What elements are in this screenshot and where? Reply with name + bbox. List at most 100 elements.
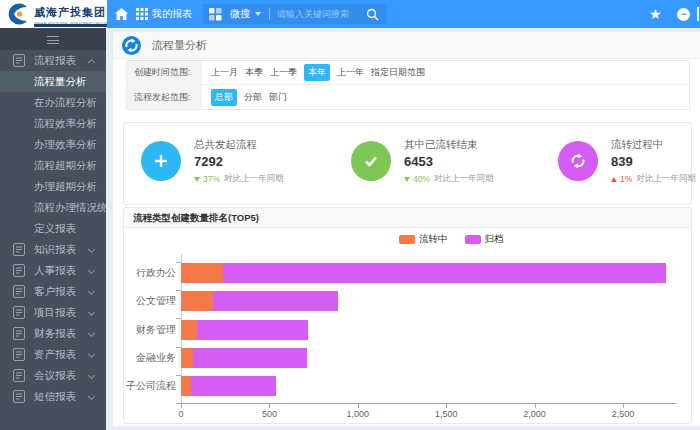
x-tick-label: 2,500	[612, 409, 635, 419]
filter-option-总部[interactable]: 总部	[211, 89, 237, 106]
search-icon[interactable]	[366, 8, 379, 21]
stat-value: 6453	[404, 154, 494, 169]
stat-label: 流转过程中	[611, 138, 696, 152]
filter-option-分部[interactable]: 分部	[244, 91, 262, 104]
report-icon	[13, 327, 25, 340]
category-label: 公文管理	[124, 291, 176, 311]
x-tick-label: 1,000	[347, 409, 370, 419]
filter-row: 创建时间范围: 上一月本季上一季本年上一年指定日期范围	[127, 61, 689, 85]
filter-option-上一月[interactable]: 上一月	[211, 66, 238, 79]
sidebar-section-短信报表[interactable]: 短信报表	[0, 386, 106, 407]
category-label: 子公司流程	[124, 376, 176, 396]
trend-up-icon	[611, 177, 617, 182]
sidebar-item-办理超期分析[interactable]: 办理超期分析	[0, 176, 106, 197]
stat-change: 1%对比上一年同期	[611, 173, 696, 185]
filter-option-本季[interactable]: 本季	[245, 66, 263, 79]
chevron-down-icon	[88, 393, 95, 400]
bar-公文管理-流转中[interactable]	[181, 291, 213, 311]
stat-value: 839	[611, 154, 696, 169]
report-icon	[13, 285, 25, 298]
chevron-down-icon	[88, 372, 95, 379]
search-engine-label[interactable]: 微搜	[230, 7, 250, 21]
filter-option-本年[interactable]: 本年	[304, 64, 330, 81]
stat-label: 总共发起流程	[194, 138, 284, 152]
search-box[interactable]: 微搜 请输入关键词搜索	[203, 4, 387, 24]
sidebar-section-客户报表[interactable]: 客户报表	[0, 281, 106, 302]
sidebar-item-流程超期分析[interactable]: 流程超期分析	[0, 155, 106, 176]
chevron-down-icon	[88, 288, 95, 295]
x-tick-label: 2,000	[523, 409, 546, 419]
hamburger-icon[interactable]	[47, 36, 59, 44]
sidebar-item-流程办理情况统...[interactable]: 流程办理情况统...	[0, 197, 106, 218]
trend-down-icon	[194, 177, 200, 182]
stats-panel: 总共发起流程729237%对比上一年同期其中已流转结束645340%对比上一年同…	[123, 122, 692, 205]
chevron-down-icon	[88, 351, 95, 358]
bar-金融业务-归档[interactable]	[193, 348, 308, 368]
flow-analysis-icon	[122, 36, 141, 55]
x-tick	[623, 404, 624, 408]
report-icon	[13, 306, 25, 319]
favorite-star-icon[interactable]: ★	[649, 0, 662, 28]
filter-option-上一年[interactable]: 上一年	[337, 66, 364, 79]
sidebar-item-流程效率分析[interactable]: 流程效率分析	[0, 113, 106, 134]
x-tick	[358, 404, 359, 408]
sidebar-section-会议报表[interactable]: 会议报表	[0, 365, 106, 386]
nav-title[interactable]: 我的报表	[152, 0, 192, 28]
chevron-down-icon	[88, 267, 95, 274]
category-label: 金融业务	[124, 348, 176, 368]
logo-swoosh-icon	[6, 3, 30, 25]
bar-子公司流程-归档[interactable]	[191, 376, 276, 396]
avatar[interactable]: •••	[677, 8, 690, 21]
sidebar-section-流程报表[interactable]: 流程报表	[0, 50, 106, 71]
chevron-down-icon	[88, 246, 95, 253]
sidebar-item-定义报表[interactable]: 定义报表	[0, 218, 106, 239]
x-tick-label: 1,500	[435, 409, 458, 419]
search-input[interactable]: 请输入关键词搜索	[277, 8, 366, 21]
category-label: 财务管理	[124, 320, 176, 340]
chart-panel: 流程类型创建数量排名(TOP5) 流转中归档 05001,0001,5002,0…	[123, 207, 692, 424]
chevron-down-icon[interactable]	[255, 12, 261, 16]
filter-label: 创建时间范围:	[127, 61, 202, 84]
bar-公文管理-归档[interactable]	[213, 291, 339, 311]
filter-option-部门[interactable]: 部门	[269, 91, 287, 104]
sidebar-item-流程量分析[interactable]: 流程量分析	[0, 71, 106, 92]
filter-panel: 创建时间范围:上一月本季上一季本年上一年指定日期范围流程发起范围:总部分部部门	[126, 60, 690, 110]
sidebar-item-办理效率分析[interactable]: 办理效率分析	[0, 134, 106, 155]
check-icon	[351, 141, 391, 181]
report-icon	[13, 243, 25, 256]
bar-行政办公-归档[interactable]	[223, 263, 667, 283]
sidebar-collapse-row[interactable]	[0, 28, 106, 50]
home-icon[interactable]	[115, 8, 128, 20]
filter-option-上一季[interactable]: 上一季	[270, 66, 297, 79]
content-card: 流程量分析 创建时间范围:上一月本季上一季本年上一年指定日期范围流程发起范围:总…	[113, 32, 700, 426]
sidebar-section-人事报表[interactable]: 人事报表	[0, 260, 106, 281]
bar-财务管理-流转中[interactable]	[181, 320, 197, 340]
logo-underline	[34, 24, 107, 27]
header-edge-divider	[697, 7, 699, 21]
apps-grid-icon[interactable]	[136, 8, 148, 20]
sidebar-section-项目报表[interactable]: 项目报表	[0, 302, 106, 323]
sidebar-section-资产报表[interactable]: 资产报表	[0, 344, 106, 365]
search-apps-icon	[209, 8, 222, 21]
bar-财务管理-归档[interactable]	[197, 320, 308, 340]
sidebar-section-知识报表[interactable]: 知识报表	[0, 239, 106, 260]
x-tick	[181, 404, 182, 408]
bar-子公司流程-流转中[interactable]	[181, 376, 191, 396]
sidebar: 流程报表流程量分析在办流程分析流程效率分析办理效率分析流程超期分析办理超期分析流…	[0, 28, 106, 430]
top-header: 威海产投集团 WEIHAI INDUSTRIAL INVESTMENT GROU…	[0, 0, 700, 28]
x-tick	[269, 404, 270, 408]
sidebar-item-在办流程分析[interactable]: 在办流程分析	[0, 92, 106, 113]
plus-icon	[141, 141, 181, 181]
stat-value: 7292	[194, 154, 284, 169]
chevron-up-icon	[88, 59, 95, 66]
filter-option-指定日期范围[interactable]: 指定日期范围	[371, 66, 425, 79]
stat-change: 37%对比上一年同期	[194, 173, 284, 185]
page-title: 流程量分析	[152, 32, 207, 59]
search-divider	[269, 8, 270, 20]
x-tick-label: 500	[262, 409, 277, 419]
report-icon	[13, 54, 25, 67]
bar-行政办公-流转中[interactable]	[181, 263, 223, 283]
x-axis-line	[181, 403, 677, 404]
sidebar-section-财务报表[interactable]: 财务报表	[0, 323, 106, 344]
bar-金融业务-流转中[interactable]	[181, 348, 193, 368]
